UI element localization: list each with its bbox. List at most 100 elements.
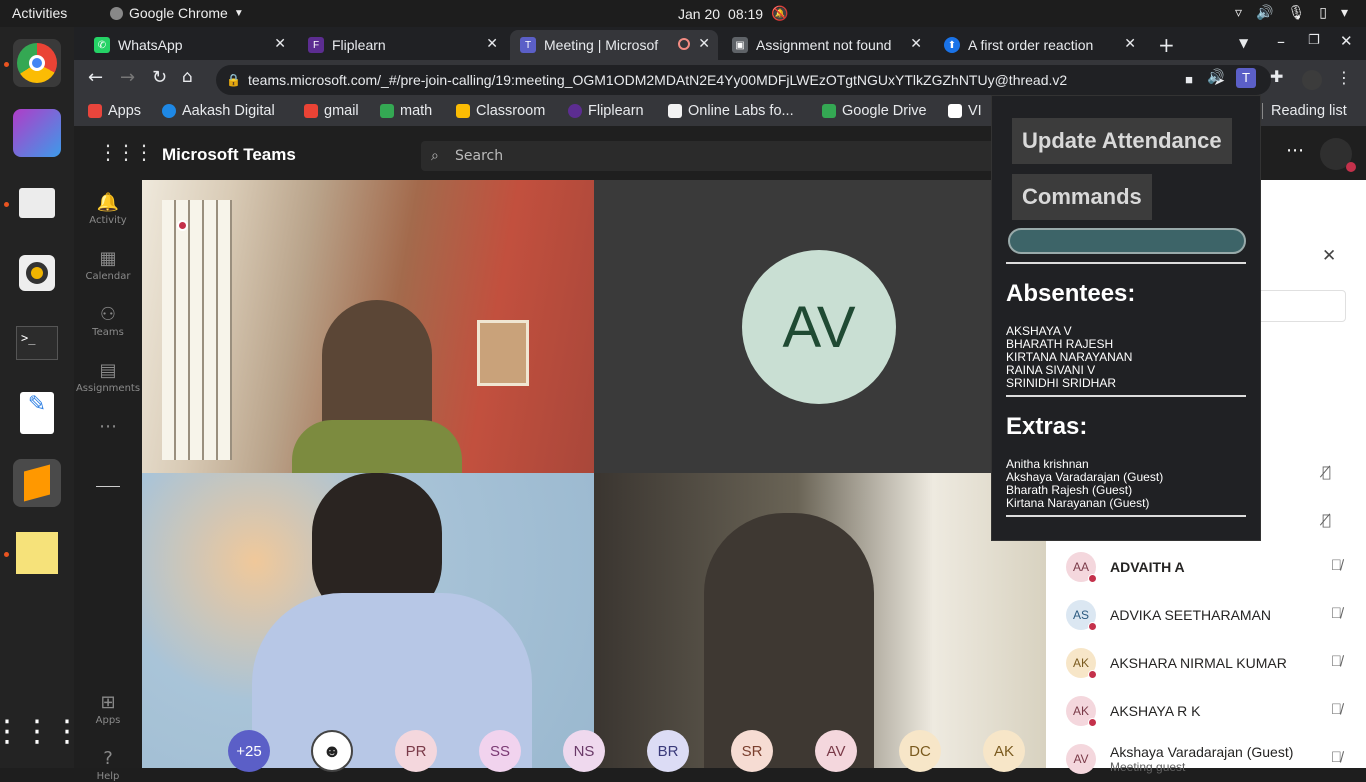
rail-activity[interactable]: 🔔 Activity — [74, 192, 142, 226]
tab-assignment[interactable]: ▣ Assignment not found ✕ — [722, 30, 930, 60]
chrome-dock-icon[interactable] — [13, 39, 61, 87]
minimize-icon[interactable]: – — [1277, 32, 1285, 51]
files-dock-icon[interactable] — [13, 179, 61, 227]
overflow-participants-chip[interactable]: +25 — [228, 730, 270, 772]
forward-icon[interactable]: → — [120, 67, 135, 88]
video-tile-student-2[interactable] — [594, 473, 1046, 768]
close-icon[interactable]: ✕ — [910, 35, 922, 52]
close-window-icon[interactable]: ✕ — [1340, 32, 1353, 50]
mic-off-icon[interactable]: 🎙̸ — [1331, 749, 1342, 766]
mic-off-icon[interactable]: 🎙̸ — [1331, 557, 1342, 574]
app-menu[interactable]: Google Chrome ▼ — [110, 5, 244, 21]
participant-row[interactable]: AK AKSHAYA R K 🎙̸ — [1066, 691, 1346, 731]
app-launcher-icon[interactable]: ⋮⋮⋮ — [98, 140, 154, 164]
bookmark-gmail[interactable]: gmail — [304, 103, 359, 119]
video-tile-av[interactable]: AV — [594, 180, 1046, 473]
bookmark-math[interactable]: math — [380, 103, 432, 119]
tab-meeting[interactable]: T Meeting | Microsof ✕ — [510, 30, 718, 60]
avatar-initials: AA — [1072, 560, 1089, 574]
clock[interactable]: Jan 20 08:19 🔕 — [678, 5, 789, 22]
bookmark-classroom[interactable]: Classroom — [456, 103, 545, 119]
reading-list[interactable]: Reading list — [1262, 103, 1347, 119]
microphone-icon: 🎙 — [1287, 4, 1306, 20]
rail-label: Help — [96, 771, 120, 782]
game-dock-icon[interactable] — [13, 109, 61, 157]
reload-icon[interactable]: ↻ — [152, 67, 167, 88]
address-bar[interactable]: 🔒 teams.microsoft.com/_#/pre-join-callin… — [216, 65, 1271, 95]
avatar-initials: AS — [1072, 608, 1089, 622]
teams-extension-icon[interactable]: T — [1236, 68, 1256, 88]
bookmark-vi[interactable]: VI — [948, 103, 982, 119]
rail-calendar[interactable]: ▦ Calendar — [74, 248, 142, 282]
rail-help[interactable]: ? Help — [74, 748, 142, 782]
user-avatar[interactable] — [1320, 138, 1356, 172]
close-icon[interactable]: ✕ — [486, 35, 498, 52]
profile-avatar[interactable] — [1302, 70, 1322, 90]
mic-off-icon[interactable]: 🎙̸ — [1331, 605, 1342, 622]
mic-off-icon[interactable]: 🎙̸ — [1322, 511, 1331, 529]
mic-off-icon[interactable]: 🎙̸ — [1331, 701, 1342, 718]
bookmark-label: math — [400, 103, 433, 119]
new-tab-icon[interactable]: + — [1158, 33, 1175, 57]
command-input[interactable] — [1008, 228, 1246, 254]
maximize-icon[interactable]: ❐ — [1308, 33, 1320, 48]
bookmark-apps[interactable]: Apps — [88, 103, 141, 119]
participant-chip[interactable]: NS — [563, 730, 605, 772]
camera-blocked-icon[interactable]: ■ — [1177, 65, 1193, 95]
commands-button[interactable]: Commands — [1012, 174, 1152, 220]
participant-chip[interactable]: PR — [395, 730, 437, 772]
rail-teams[interactable]: ⚇ Teams — [74, 304, 142, 338]
back-icon[interactable]: ← — [88, 67, 103, 88]
update-attendance-button[interactable]: Update Attendance — [1012, 118, 1232, 164]
tab-reaction[interactable]: ⬆ A first order reaction ✕ — [934, 30, 1144, 60]
media-volume-icon[interactable]: 🔊 — [1207, 69, 1224, 85]
tab-search-icon[interactable]: ▼ — [1239, 36, 1248, 50]
tab-whatsapp[interactable]: ✆ WhatsApp ✕ — [84, 30, 294, 60]
participant-chip[interactable]: SR — [731, 730, 773, 772]
close-icon[interactable]: ✕ — [698, 35, 710, 52]
participant-row[interactable]: AV Akshaya Varadarajan (Guest) Meeting g… — [1066, 739, 1346, 779]
sticky-notes-dock-icon[interactable] — [13, 529, 61, 577]
extensions-puzzle-icon[interactable]: ✚ — [1270, 67, 1283, 86]
activities-button[interactable]: Activities — [12, 5, 67, 21]
more-options-icon[interactable]: ⋯ — [1286, 140, 1304, 161]
participant-chip[interactable]: BR — [647, 730, 689, 772]
bookmark-label: Fliplearn — [588, 103, 644, 119]
video-tile-student-1[interactable] — [142, 473, 594, 768]
home-icon[interactable]: ⌂ — [182, 67, 193, 87]
participant-chip[interactable]: AV — [815, 730, 857, 772]
tab-fliplearn[interactable]: F Fliplearn ✕ — [298, 30, 506, 60]
participant-chip[interactable]: DC — [899, 730, 941, 772]
search-input[interactable]: ⌕ Search — [421, 141, 1001, 171]
participant-row[interactable]: AS ADVIKA SEETHARAMAN 🎙̸ — [1066, 595, 1346, 635]
participant-row[interactable]: AA ADVAITH A 🎙̸ — [1066, 547, 1346, 587]
close-panel-icon[interactable]: ✕ — [1322, 246, 1336, 266]
bookmark-fliplearn[interactable]: Fliplearn — [568, 103, 644, 119]
participant-chip[interactable]: SS — [479, 730, 521, 772]
participant-row[interactable]: AK AKSHARA NIRMAL KUMAR 🎙̸ — [1066, 643, 1346, 683]
bookmark-label: Apps — [108, 103, 142, 119]
participant-chip[interactable]: AK — [983, 730, 1025, 772]
terminal-dock-icon[interactable]: >_ — [13, 319, 61, 367]
clock-date: Jan 20 — [678, 5, 721, 22]
divider — [1006, 515, 1246, 517]
close-icon[interactable]: ✕ — [1124, 35, 1136, 52]
show-apps-grid-icon[interactable]: ⋮⋮⋮ — [0, 707, 82, 755]
bookmark-google-drive[interactable]: Google Drive — [822, 103, 927, 119]
rail-apps[interactable]: ⊞ Apps — [74, 692, 142, 726]
participant-chip-photo[interactable]: ☻ — [311, 730, 353, 772]
rail-assignments[interactable]: ▤ Assignments — [74, 360, 142, 394]
mic-off-icon[interactable]: 🎙̸ — [1322, 463, 1331, 481]
mic-off-icon[interactable]: 🎙̸ — [1331, 653, 1342, 670]
close-icon[interactable]: ✕ — [274, 35, 286, 52]
sublime-dock-icon[interactable] — [13, 459, 61, 507]
rhythmbox-dock-icon[interactable] — [13, 249, 61, 297]
bookmark-aakash[interactable]: Aakash Digital — [162, 103, 275, 119]
rail-more[interactable]: ⋯ — [74, 416, 142, 437]
video-tile-teacher[interactable] — [142, 180, 594, 473]
text-editor-dock-icon[interactable]: ✎ — [13, 389, 61, 437]
system-tray[interactable]: ▿ 🔊 🎙 ▯ ▾ — [1235, 4, 1348, 21]
bookmark-online-labs[interactable]: Online Labs fo... — [668, 103, 794, 119]
apps-icon: ⊞ — [100, 692, 116, 713]
more-menu-icon[interactable]: ⋮ — [1336, 68, 1352, 87]
